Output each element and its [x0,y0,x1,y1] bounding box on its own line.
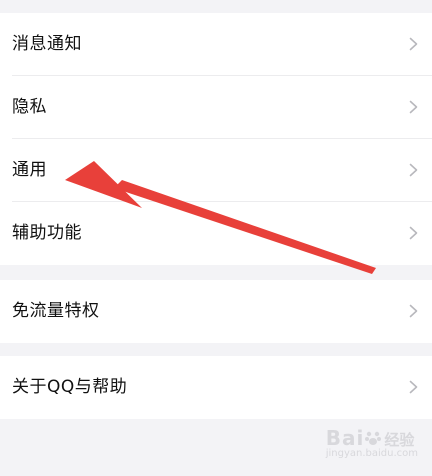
chevron-right-icon [409,304,418,318]
settings-item-label: 辅助功能 [12,223,82,243]
watermark-brand-suffix: 经验 [384,431,415,449]
watermark: Bai 经验 jingyan.baidu.com [326,426,418,459]
watermark-brand: Bai [325,426,365,450]
settings-item-label: 关于QQ与帮助 [12,377,128,397]
paw-icon [365,431,382,445]
chevron-right-icon [409,380,418,394]
settings-item-notifications[interactable]: 消息通知 [0,13,432,76]
chevron-right-icon [409,100,418,114]
settings-group-about: 关于QQ与帮助 [0,356,432,419]
settings-item-free-data[interactable]: 免流量特权 [0,280,432,343]
chevron-right-icon [409,163,418,177]
settings-item-label: 免流量特权 [12,301,100,321]
settings-group-main: 消息通知 隐私 通用 辅助功能 [0,13,432,265]
settings-item-about-help[interactable]: 关于QQ与帮助 [0,356,432,419]
settings-item-label: 隐私 [12,97,47,117]
settings-group-data: 免流量特权 [0,280,432,343]
chevron-right-icon [409,37,418,51]
settings-item-label: 消息通知 [12,34,82,54]
settings-item-privacy[interactable]: 隐私 [0,76,432,139]
watermark-url: jingyan.baidu.com [325,448,418,459]
settings-item-label: 通用 [12,160,47,180]
settings-item-accessibility[interactable]: 辅助功能 [0,202,432,265]
chevron-right-icon [409,226,418,240]
settings-item-general[interactable]: 通用 [0,139,432,202]
